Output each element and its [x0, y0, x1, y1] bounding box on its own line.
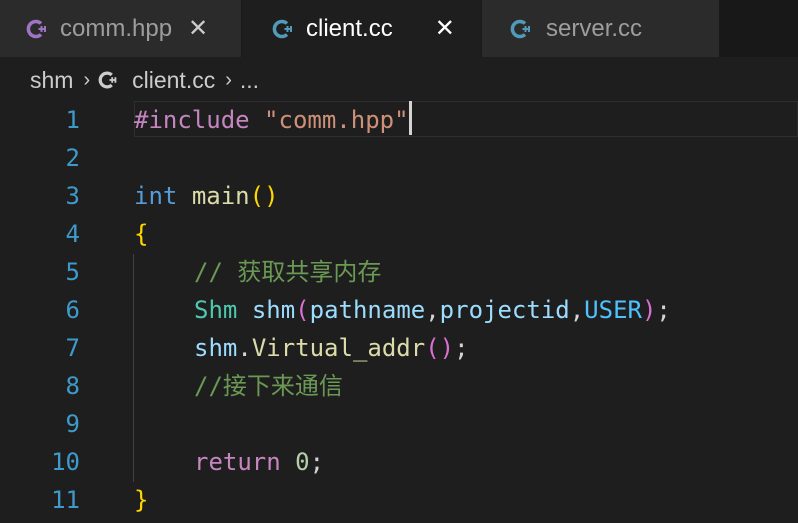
cpp-file-icon [510, 19, 530, 38]
paren: ) [439, 334, 455, 362]
line-number: 11 [51, 486, 80, 514]
comment: //接下来通信 [194, 372, 343, 400]
code-text: // 获取共享内存 [194, 253, 381, 291]
code-line-8: 8 //接下来通信 [0, 367, 798, 405]
code-text: #include "comm.hpp" [134, 101, 412, 139]
code-text: Shm shm(pathname,projectid,USER); [194, 291, 671, 329]
paren: ) [264, 182, 279, 210]
line-number: 8 [65, 372, 80, 400]
dot: . [237, 334, 252, 362]
chevron-right-icon: › [83, 68, 91, 91]
paren: ( [425, 334, 440, 362]
semicolon: ; [309, 448, 325, 476]
tab-client-cc[interactable]: client.cc ✕ [242, 0, 482, 57]
close-icon[interactable]: ✕ [435, 16, 455, 41]
code-text: { [134, 215, 148, 253]
code-text: //接下来通信 [194, 367, 343, 405]
breadcrumb-file[interactable]: client.cc [132, 67, 215, 94]
paren: ) [641, 296, 657, 324]
tab-label: comm.hpp [60, 14, 173, 42]
paren: ( [295, 296, 310, 324]
code-text: shm.Virtual_addr(); [194, 329, 469, 367]
code-line-4: 4 { [0, 215, 798, 253]
paren: ( [249, 182, 265, 210]
code-text: } [134, 481, 148, 519]
comment: // 获取共享内存 [194, 258, 382, 286]
code-line-10: 10 return 0; [0, 443, 798, 481]
cpp-file-icon [98, 71, 117, 89]
code-line-1: 1 #include "comm.hpp" [0, 101, 798, 139]
keyword: int [134, 182, 178, 210]
class-name: Shm [194, 296, 238, 324]
brace: } [134, 486, 149, 514]
semicolon: ; [454, 334, 469, 362]
tab-label: server.cc [546, 14, 643, 42]
line-number: 4 [65, 220, 80, 248]
code-line-11: 11 } [0, 481, 798, 519]
code-editor[interactable]: 1 #include "comm.hpp" 2 3 int main() 4 {… [0, 101, 798, 523]
code-line-9: 9 [0, 405, 798, 443]
line-number: 3 [65, 182, 80, 210]
comma: , [569, 296, 585, 324]
line-number: 6 [65, 296, 80, 324]
editor-tab-bar: comm.hpp ✕ client.cc ✕ server.cc [0, 0, 798, 57]
code-line-7: 7 shm.Virtual_addr(); [0, 329, 798, 367]
breadcrumb-more[interactable]: ... [240, 67, 259, 94]
breadcrumb: shm › client.cc › ... [30, 62, 259, 98]
code-line-6: 6 Shm shm(pathname,projectid,USER); [0, 291, 798, 329]
text-cursor [408, 101, 412, 135]
semicolon: ; [656, 296, 671, 324]
variable: shm [251, 296, 296, 324]
comma: , [425, 296, 440, 324]
code-line-2: 2 [0, 139, 798, 177]
include-path: "comm.hpp" [264, 106, 409, 134]
argument: pathname [309, 296, 426, 324]
macro: USER [584, 296, 642, 324]
breadcrumb-folder[interactable]: shm [30, 67, 73, 94]
tab-server-cc[interactable]: server.cc [482, 0, 720, 57]
cpp-file-icon [272, 19, 292, 38]
code-line-5: 5 // 获取共享内存 [0, 253, 798, 291]
line-number: 2 [65, 144, 80, 172]
function-name: main [191, 182, 250, 210]
line-number: 7 [65, 334, 80, 362]
brace: { [134, 220, 149, 248]
code-text: int main() [134, 177, 279, 215]
keyword: return [194, 448, 281, 476]
variable: shm [194, 334, 238, 362]
close-icon[interactable]: ✕ [188, 16, 208, 41]
code-line-3: 3 int main() [0, 177, 798, 215]
code-text: return 0; [194, 443, 324, 481]
line-number: 5 [65, 258, 80, 286]
number: 0 [295, 448, 310, 476]
line-number: 10 [51, 448, 80, 476]
method-name: Virtual_addr [251, 334, 426, 362]
argument: projectid [439, 296, 570, 324]
line-number: 9 [65, 410, 80, 438]
cpp-header-icon [26, 19, 46, 38]
preprocessor-directive: #include [134, 106, 250, 134]
tab-label: client.cc [306, 14, 393, 42]
tab-comm-hpp[interactable]: comm.hpp ✕ [0, 0, 242, 57]
chevron-right-icon: › [225, 68, 232, 91]
line-number: 1 [65, 106, 80, 134]
